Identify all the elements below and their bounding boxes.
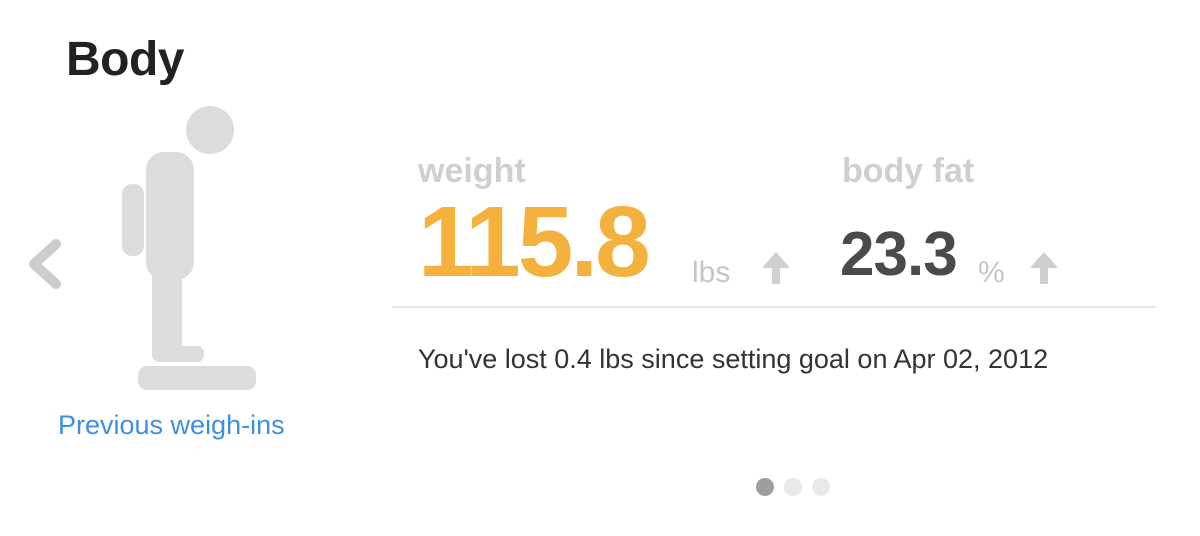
weight-value: 115.8 xyxy=(418,186,651,298)
pager-dot-3[interactable] xyxy=(812,478,830,496)
body-fat-value: 23.3 xyxy=(840,220,958,289)
pagination-dots xyxy=(756,478,830,496)
page-title: Body xyxy=(66,33,185,86)
pager-dot-1[interactable] xyxy=(756,478,774,496)
chevron-left-icon[interactable] xyxy=(22,236,68,292)
weight-unit: lbs xyxy=(692,256,731,289)
pager-dot-2[interactable] xyxy=(784,478,802,496)
body-fat-label: body fat xyxy=(842,152,975,190)
body-fat-unit: % xyxy=(978,256,1005,289)
arrow-up-icon xyxy=(762,252,790,284)
divider xyxy=(392,306,1156,308)
previous-weigh-ins-link[interactable]: Previous weigh-ins xyxy=(58,410,285,441)
goal-summary: You've lost 0.4 lbs since setting goal o… xyxy=(418,344,1049,374)
arrow-up-icon xyxy=(1030,252,1058,284)
person-on-scale-icon xyxy=(122,106,256,390)
